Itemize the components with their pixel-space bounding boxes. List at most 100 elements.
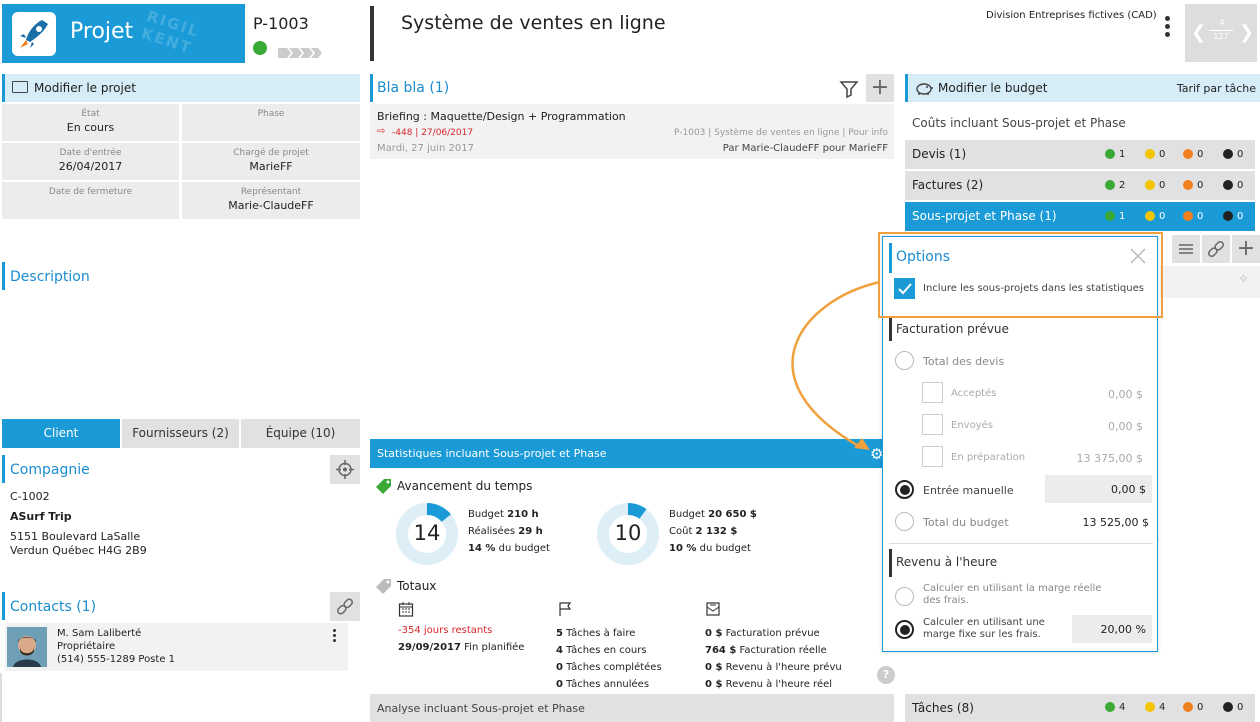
fixed-margin-input[interactable]: 20,00 % <box>1072 615 1152 643</box>
division-info: Division Entreprises fictives (CAD) <box>986 10 1157 21</box>
planned-billing: 0 $ Facturation prévue <box>705 628 820 639</box>
blabla-item-date-red: 27/06/2017 <box>421 128 474 138</box>
description-title[interactable]: Description <box>10 269 90 285</box>
modify-project-header[interactable]: Modifier le projet <box>2 74 360 102</box>
company-address-line1: 5151 Boulevard LaSalle <box>10 530 141 543</box>
tab-team[interactable]: Équipe (10) <box>241 419 360 448</box>
chevron-left-icon[interactable]: ❮ <box>1191 22 1206 43</box>
task-count-cancelled: 0 Tâches annulées <box>556 679 650 690</box>
calc-fixed-margin-label: Calculer en utilisant une marge fixe sur… <box>923 617 1045 640</box>
budget-row-quotes[interactable]: Devis (1) 1 0 0 0 <box>905 140 1255 169</box>
money-budget-label: Budget <box>669 509 705 520</box>
budget-total-radio[interactable] <box>895 512 914 531</box>
project-title: Système de ventes en ligne <box>401 12 666 34</box>
hours-budget-label: Budget <box>468 509 504 520</box>
blabla-item-ref[interactable]: P-1003 | Système de ventes en ligne | Po… <box>674 128 888 138</box>
modify-budget-header[interactable]: Modifier le budget Tarif par tâche <box>905 74 1260 102</box>
budget-total-label: Total du budget <box>923 516 1009 529</box>
help-icon[interactable]: ? <box>877 666 895 684</box>
company-name[interactable]: ASurf Trip <box>10 510 72 523</box>
planned-end-label: Fin planifiée <box>464 642 525 653</box>
target-icon[interactable] <box>330 455 360 484</box>
row-label: Factures (2) <box>912 178 984 192</box>
chevron-right-icon[interactable]: ❯ <box>1239 22 1254 43</box>
modify-project-title: Modifier le projet <box>34 81 136 95</box>
money-cost-label: Coût <box>669 526 693 537</box>
accepted-checkbox[interactable] <box>922 382 943 403</box>
total-quotes-label: Total des devis <box>923 355 1005 368</box>
analysis-header[interactable]: Analyse incluant Sous-projet et Phase <box>370 694 894 722</box>
link-subproject-icon[interactable] <box>1202 235 1230 263</box>
manual-entry-label: Entrée manuelle <box>923 484 1014 497</box>
company-title[interactable]: Compagnie <box>10 462 90 478</box>
contacts-title[interactable]: Contacts (1) <box>10 599 96 615</box>
budget-row-subprojects[interactable]: Sous-projet et Phase (1) 1 0 0 0 <box>905 202 1255 231</box>
analysis-title: Analyse incluant Sous-projet et Phase <box>377 702 585 715</box>
field-value: En cours <box>66 121 115 134</box>
contact-more-icon[interactable] <box>331 629 337 642</box>
field-label: Phase <box>257 109 285 119</box>
preparing-checkbox[interactable] <box>922 446 943 467</box>
donut-hours: 14 <box>394 501 460 567</box>
record-pager: ❮ 4 127 ❯ <box>1185 4 1257 62</box>
pager-total: 127 <box>1213 32 1229 41</box>
field-value: 26/04/2017 <box>58 160 123 173</box>
row-label: Devis (1) <box>912 147 967 161</box>
piggy-bank-icon <box>914 80 934 96</box>
days-remaining: -354 jours restants <box>398 625 493 636</box>
add-blabla-button[interactable]: + <box>866 74 894 102</box>
filter-icon[interactable] <box>838 78 860 100</box>
sent-checkbox[interactable] <box>922 414 943 435</box>
budget-row-invoices[interactable]: Factures (2) 2 0 0 0 <box>905 171 1255 200</box>
rate-mode: Tarif par tâche <box>1176 82 1256 95</box>
accepted-label: Acceptés <box>951 388 997 399</box>
row-label: Tâches (8) <box>912 701 974 715</box>
pager-current: 4 <box>1219 18 1225 27</box>
field-close-date: Date de fermeture <box>2 182 179 219</box>
progress-steps <box>278 43 322 58</box>
company-address-line2: Verdun Québec H4G 2B9 <box>10 544 147 557</box>
manual-entry-radio[interactable] <box>895 480 914 499</box>
unlink-icon[interactable]: ✧ <box>1238 272 1254 288</box>
project-logo[interactable]: RIGIL KENT Projet <box>2 4 245 63</box>
field-state: État En cours <box>2 104 179 141</box>
avatar <box>7 627 47 667</box>
list-view-icon[interactable] <box>1172 235 1200 263</box>
planned-end-date: 29/09/2017 <box>398 642 461 653</box>
blabla-title[interactable]: Bla bla (1) <box>377 80 449 96</box>
preparing-label: En préparation <box>951 452 1026 463</box>
blabla-item-late: -448 <box>392 128 413 138</box>
tab-suppliers[interactable]: Fournisseurs (2) <box>122 419 239 448</box>
title-divider <box>370 6 374 61</box>
budget-row-tasks[interactable]: Tâches (8) 4 4 0 0 <box>905 694 1255 722</box>
field-label: Date d'entrée <box>59 148 122 158</box>
task-counts: 5 Tâches à faire 4 Tâches en cours 0 Tâc… <box>556 625 662 693</box>
calc-real-margin-radio[interactable] <box>895 587 914 606</box>
task-count-done: 0 Tâches complétées <box>556 662 662 673</box>
more-menu-icon[interactable] <box>1163 16 1171 42</box>
link-icon[interactable] <box>330 592 360 621</box>
edit-icon <box>12 81 28 93</box>
manual-entry-input[interactable]: 0,00 $ <box>1045 475 1152 503</box>
modify-budget-title: Modifier le budget <box>938 81 1048 95</box>
blabla-item-date: Mardi, 27 juin 2017 <box>377 143 474 154</box>
field-representative: Représentant Marie-ClaudeFF <box>182 182 360 219</box>
costs-title: Coûts incluant Sous-projet et Phase <box>912 116 1126 130</box>
tab-client[interactable]: Client <box>2 419 120 448</box>
hours-budget-value: 210 h <box>507 509 539 520</box>
add-subproject-button[interactable]: + <box>1232 235 1260 263</box>
contact-name: M. Sam Laliberté <box>57 628 142 639</box>
hours-real-value: 29 h <box>518 526 543 537</box>
project-code: P-1003 <box>253 14 309 33</box>
money-pct-value: 10 % <box>669 543 697 554</box>
calc-fixed-margin-radio[interactable] <box>895 620 914 639</box>
contact-phone: (514) 555-1289 Poste 1 <box>57 654 176 665</box>
highlight-frame <box>878 232 1163 318</box>
calc-real-margin-label: Calculer en utilisant la marge réelle de… <box>923 583 1102 606</box>
billing-figures: 0 $ Facturation prévue 764 $ Facturation… <box>705 625 842 693</box>
real-billing: 764 $ Facturation réelle <box>705 645 827 656</box>
time-progress-title: Avancement du temps <box>397 479 533 493</box>
real-hourly-revenue: 0 $ Revenu à l'heure réel <box>705 679 833 690</box>
blabla-item[interactable]: Briefing : Maquette/Design + Programmati… <box>370 104 894 159</box>
contact-card[interactable]: M. Sam Laliberté Propriétaire (514) 555-… <box>5 623 348 671</box>
